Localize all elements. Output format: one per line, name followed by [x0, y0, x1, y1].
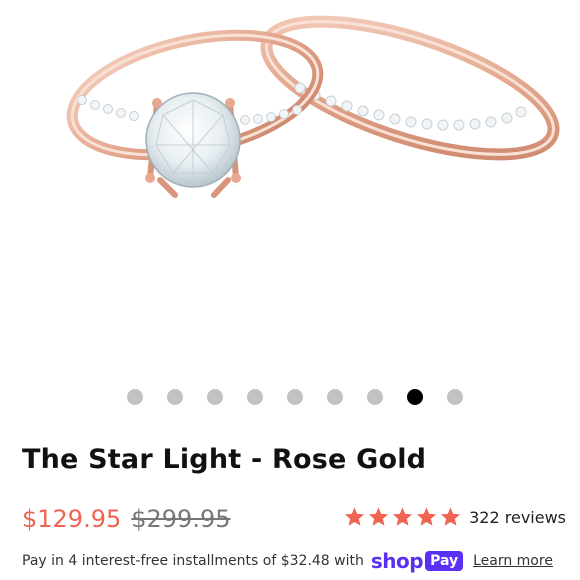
carousel-dot[interactable]: [247, 389, 263, 405]
carousel-dot[interactable]: [447, 389, 463, 405]
carousel-dot[interactable]: [127, 389, 143, 405]
star-icon: [441, 507, 461, 526]
compare-at-price: $299.95: [131, 505, 231, 533]
carousel-dot[interactable]: [287, 389, 303, 405]
price-row: $129.95 $299.95: [22, 505, 231, 533]
installments-banner: Pay in 4 interest-free installments of $…: [22, 549, 553, 573]
star-icon: [345, 507, 365, 526]
star-icon: [369, 507, 389, 526]
shop-pay-logo: shop Pay: [370, 549, 464, 573]
carousel-dot[interactable]: [367, 389, 383, 405]
product-page: The Star Light - Rose Gold $129.95 $299.…: [0, 0, 580, 580]
carousel-dot-active[interactable]: [407, 389, 423, 405]
rating-summary[interactable]: 322 reviews: [343, 506, 566, 528]
carousel-dots: [0, 389, 580, 405]
carousel-dot[interactable]: [167, 389, 183, 405]
learn-more-link[interactable]: Learn more: [473, 553, 553, 569]
star-icon: [393, 507, 413, 526]
carousel-dot[interactable]: [207, 389, 223, 405]
shop-pay-wordmark: shop: [370, 549, 424, 573]
star-icon: [417, 507, 437, 526]
ring-set-image: [66, 15, 560, 198]
star-rating: [343, 506, 462, 528]
product-title: The Star Light - Rose Gold: [22, 444, 427, 475]
sale-price: $129.95: [22, 505, 122, 533]
review-count[interactable]: 322 reviews: [469, 508, 566, 527]
carousel-dot[interactable]: [327, 389, 343, 405]
shop-pay-badge: Pay: [425, 551, 464, 571]
product-image[interactable]: [0, 0, 580, 370]
installments-text: Pay in 4 interest-free installments of $…: [22, 553, 364, 569]
